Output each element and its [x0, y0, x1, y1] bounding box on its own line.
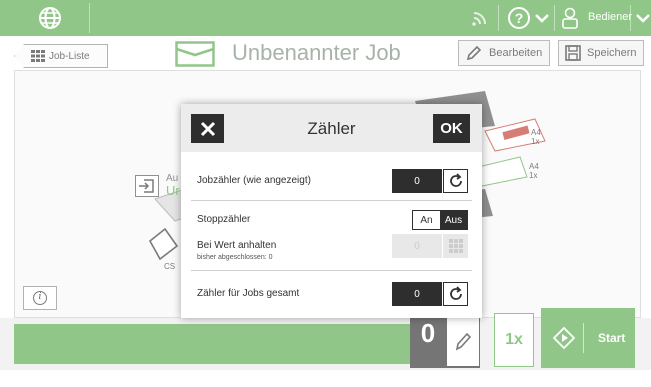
halt-value-field: 0 [392, 234, 442, 258]
halt-sublabel: bisher abgeschlossen: 0 [197, 254, 273, 261]
toggle-on-option[interactable]: An [413, 211, 440, 229]
halt-label: Bei Wert anhalten [197, 240, 277, 251]
keypad-icon [448, 239, 463, 253]
stop-counter-toggle[interactable]: An Aus [412, 210, 468, 230]
stop-counter-label: Stoppzähler [197, 214, 251, 225]
dialog-header: Zähler OK [181, 104, 482, 152]
divider [191, 200, 472, 201]
job-counter-reset-button[interactable] [443, 169, 468, 193]
halt-keypad-button [443, 234, 468, 258]
divider [191, 270, 472, 271]
total-counter-reset-button[interactable] [443, 282, 468, 306]
total-counter-value[interactable]: 0 [392, 282, 442, 306]
job-counter-label: Jobzähler (wie angezeigt) [197, 175, 311, 186]
reset-icon [449, 286, 462, 300]
reset-icon [449, 173, 462, 187]
ok-button[interactable]: OK [433, 114, 470, 143]
total-counter-label: Zähler für Jobs gesamt [197, 288, 300, 299]
counter-dialog: Zähler OK Jobzähler (wie angezeigt) 0 St… [181, 104, 482, 318]
toggle-off-option[interactable]: Aus [440, 211, 467, 229]
job-counter-value[interactable]: 0 [392, 169, 442, 193]
